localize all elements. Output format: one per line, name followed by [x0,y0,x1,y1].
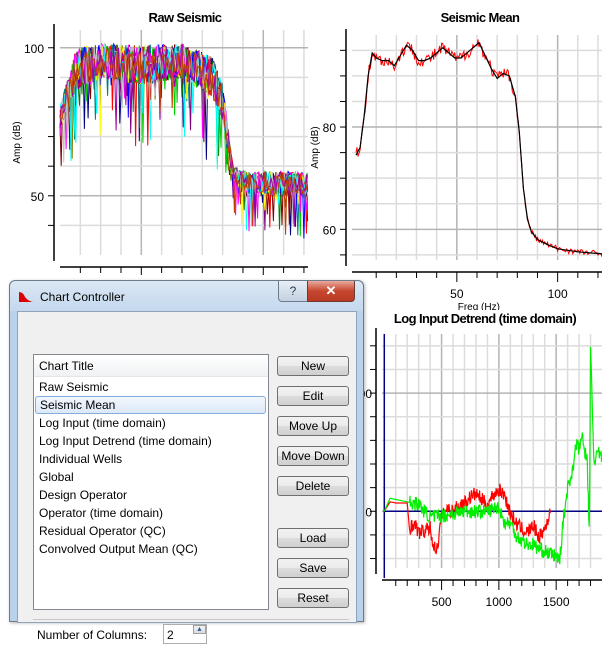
delete-button[interactable]: Delete [277,476,349,496]
tick-label: 1500 [543,595,570,606]
new-button[interactable]: New [277,356,349,376]
list-item[interactable]: Residual Operator (QC) [34,522,268,540]
list-item[interactable]: Design Operator [34,486,268,504]
tick-label: 0 [365,505,372,519]
y-axis-label: Amp (dB) [12,121,23,163]
list-item[interactable]: Global [34,468,268,486]
log-input-detrend-chart[interactable]: Log Input Detrend (time domain) 00050010… [360,306,602,606]
divider [33,619,349,620]
tick-label: 500 [432,595,452,606]
edit-button[interactable]: Edit [277,386,349,406]
dialog-client-area: Chart Title Raw Seismic Seismic Mean Log… [17,311,357,644]
dialog-title: Chart Controller [40,290,125,304]
list-item-selected[interactable]: Seismic Mean [35,396,266,414]
smoothed-mean-line [355,41,602,255]
tick-label: 50 [31,190,45,204]
red-log-line [383,483,551,555]
tick-label: 60 [323,223,337,237]
seismic-mean-title: Seismic Mean [440,10,520,25]
columns-label: Number of Columns: [37,628,148,642]
tick-label: 100 [548,287,568,301]
log-input-detrend-title: Log Input Detrend (time domain) [393,311,577,326]
list-item[interactable]: Log Input (time domain) [34,414,268,432]
chart-controller-dialog: Chart Controller ? ✕ Chart Title Raw Sei… [9,280,364,644]
seismic-mean-chart[interactable]: Seismic Mean 80 60 50 100 Amp (dB) Freq (Hz) [300,0,602,310]
list-item[interactable]: Raw Seismic [34,378,268,396]
tick-label: 80 [323,121,337,135]
list-column-header[interactable]: Chart Title [34,355,268,377]
load-button[interactable]: Load [277,528,349,548]
raw-mean-line [355,39,602,258]
reset-button[interactable]: Reset [277,588,349,608]
list-item[interactable]: Individual Wells [34,450,268,468]
dialog-titlebar[interactable]: Chart Controller ? ✕ [10,281,363,311]
save-button[interactable]: Save [277,558,349,578]
help-button[interactable]: ? [278,281,308,302]
list-item[interactable]: Operator (time domain) [34,504,268,522]
spin-up-icon[interactable]: ▲ [193,625,206,634]
raw-seismic-title: Raw Seismic [148,10,222,25]
chart-app-icon [19,292,33,302]
list-item[interactable]: Log Input Detrend (time domain) [34,432,268,450]
move-down-button[interactable]: Move Down [277,446,349,466]
raw-seismic-plot: 100 50 Amp (dB) [12,24,309,275]
raw-seismic-chart[interactable]: Raw Seismic 100 50 Amp (dB) [0,0,310,275]
move-up-button[interactable]: Move Up [277,416,349,436]
chart-title-list[interactable]: Chart Title Raw Seismic Seismic Mean Log… [33,354,269,610]
close-button[interactable]: ✕ [307,281,355,302]
tick-label: 1000 [486,595,513,606]
y-axis-label: Amp (dB) [310,126,321,168]
log-input-detrend-plot: 00050010001500Time (ms) [360,328,602,606]
list-item[interactable]: Convolved Output Mean (QC) [34,540,268,558]
tick-label: 50 [450,287,464,301]
tick-label: 100 [24,42,44,56]
seismic-mean-plot: 806050 100Amp (dB)Freq (Hz) [310,29,602,310]
